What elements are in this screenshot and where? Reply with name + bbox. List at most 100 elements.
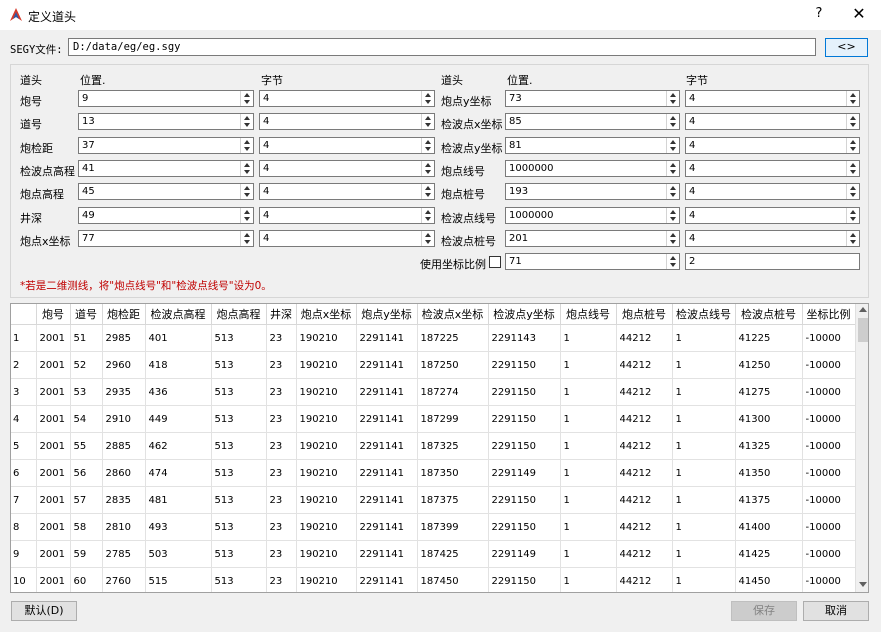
table-cell[interactable]: 56 (70, 459, 103, 487)
table-cell[interactable]: 23 (266, 432, 297, 460)
table-cell[interactable]: 2291150 (488, 378, 561, 406)
table-cell[interactable]: 2860 (102, 459, 146, 487)
table-cell[interactable]: 1 (672, 378, 736, 406)
table-cell[interactable]: 513 (211, 432, 267, 460)
table-row[interactable]: 3 2001 53 2935 436 513 23 190210 2291141 187274 22… (11, 378, 856, 406)
column-header[interactable]: 炮检距 (102, 304, 146, 325)
browse-button[interactable]: <> (825, 38, 868, 57)
table-row[interactable]: 9 2001 59 2785 503 513 23 190210 2291141 187425 22… (11, 540, 856, 568)
table-cell[interactable]: 187399 (417, 513, 489, 541)
bytes-spinbox[interactable]: 4 (685, 90, 860, 107)
table-cell[interactable]: -10000 (802, 513, 856, 541)
table-row[interactable]: 4 2001 54 2910 449 513 23 190210 2291141 187299 22… (11, 405, 856, 433)
column-header[interactable]: 炮点线号 (560, 304, 617, 325)
spin-arrows-icon[interactable] (666, 114, 679, 129)
position-spinbox[interactable]: 81 (505, 137, 680, 154)
table-cell[interactable]: 187375 (417, 486, 489, 514)
column-header[interactable]: 检波点高程 (145, 304, 212, 325)
table-cell[interactable]: 2291141 (356, 351, 418, 379)
table-cell[interactable]: 54 (70, 405, 103, 433)
table-cell[interactable]: 2935 (102, 378, 146, 406)
table-cell[interactable]: 418 (145, 351, 212, 379)
position-spinbox[interactable]: 201 (505, 230, 680, 247)
table-cell[interactable]: 44212 (616, 432, 673, 460)
spin-arrows-icon[interactable] (666, 91, 679, 106)
table-cell[interactable]: 1 (560, 405, 617, 433)
table-cell[interactable]: 190210 (296, 405, 357, 433)
spin-arrows-icon[interactable] (421, 114, 434, 129)
table-row[interactable]: 6 2001 56 2860 474 513 23 190210 2291141 187350 22… (11, 459, 856, 487)
table-cell[interactable]: 41275 (735, 378, 803, 406)
table-cell[interactable]: 41350 (735, 459, 803, 487)
table-cell[interactable]: 2001 (36, 486, 71, 514)
table-row[interactable]: 10 2001 60 2760 515 513 23 190210 2291141 187450 2… (11, 567, 856, 592)
table-cell[interactable]: 513 (211, 513, 267, 541)
table-cell[interactable]: 449 (145, 405, 212, 433)
spin-arrows-icon[interactable] (846, 91, 859, 106)
table-cell[interactable]: 1 (672, 324, 736, 352)
table-cell[interactable]: 187325 (417, 432, 489, 460)
table-cell[interactable]: 44212 (616, 567, 673, 592)
table-cell[interactable]: 513 (211, 405, 267, 433)
row-number[interactable]: 2 (11, 351, 37, 379)
table-cell[interactable]: 513 (211, 459, 267, 487)
table-cell[interactable]: 23 (266, 567, 297, 592)
table-cell[interactable]: 190210 (296, 540, 357, 568)
position-spinbox[interactable]: 49 (78, 207, 254, 224)
bytes-spinbox[interactable]: 4 (259, 207, 435, 224)
table-cell[interactable]: 2001 (36, 459, 71, 487)
table-cell[interactable]: 57 (70, 486, 103, 514)
table-cell[interactable]: 187274 (417, 378, 489, 406)
table-cell[interactable]: 2835 (102, 486, 146, 514)
table-cell[interactable]: 2291141 (356, 540, 418, 568)
table-cell[interactable]: 190210 (296, 378, 357, 406)
column-header[interactable]: 道号 (70, 304, 103, 325)
table-cell[interactable]: 23 (266, 378, 297, 406)
table-cell[interactable]: 1 (560, 513, 617, 541)
row-number[interactable]: 9 (11, 540, 37, 568)
spin-arrows-icon[interactable] (240, 138, 253, 153)
table-cell[interactable]: 1 (560, 567, 617, 592)
column-header[interactable]: 检波点线号 (672, 304, 736, 325)
table-cell[interactable]: 2760 (102, 567, 146, 592)
table-cell[interactable]: 41375 (735, 486, 803, 514)
table-cell[interactable]: 187425 (417, 540, 489, 568)
table-cell[interactable]: -10000 (802, 540, 856, 568)
bytes-spinbox[interactable]: 4 (259, 137, 435, 154)
row-number[interactable]: 4 (11, 405, 37, 433)
spin-arrows-icon[interactable] (240, 91, 253, 106)
column-header[interactable]: 坐标比例 (802, 304, 856, 325)
position-spinbox[interactable]: 45 (78, 183, 254, 200)
table-cell[interactable]: 1 (560, 324, 617, 352)
table-cell[interactable]: 513 (211, 324, 267, 352)
vertical-scrollbar[interactable] (855, 304, 868, 592)
table-cell[interactable]: 2001 (36, 432, 71, 460)
table-cell[interactable]: 2910 (102, 405, 146, 433)
table-cell[interactable]: 513 (211, 486, 267, 514)
close-icon[interactable]: ✕ (848, 4, 870, 24)
table-cell[interactable]: 41325 (735, 432, 803, 460)
table-cell[interactable]: 44212 (616, 486, 673, 514)
table-cell[interactable]: 190210 (296, 513, 357, 541)
table-cell[interactable]: 190210 (296, 351, 357, 379)
table-cell[interactable]: -10000 (802, 405, 856, 433)
position-spinbox[interactable]: 9 (78, 90, 254, 107)
table-cell[interactable]: 1 (560, 351, 617, 379)
table-cell[interactable]: -10000 (802, 324, 856, 352)
table-cell[interactable]: 190210 (296, 486, 357, 514)
column-header[interactable]: 炮点高程 (211, 304, 267, 325)
scroll-down-icon[interactable] (859, 582, 867, 587)
table-cell[interactable]: 1 (560, 486, 617, 514)
table-cell[interactable]: 2291150 (488, 513, 561, 541)
column-header[interactable]: 炮号 (36, 304, 71, 325)
bytes-spinbox[interactable]: 4 (685, 137, 860, 154)
table-cell[interactable]: 41425 (735, 540, 803, 568)
table-row[interactable]: 8 2001 58 2810 493 513 23 190210 2291141 187399 22… (11, 513, 856, 541)
table-cell[interactable]: 41450 (735, 567, 803, 592)
table-cell[interactable]: 1 (672, 486, 736, 514)
spin-arrows-icon[interactable] (666, 138, 679, 153)
scroll-up-icon[interactable] (859, 307, 867, 312)
table-cell[interactable]: 44212 (616, 405, 673, 433)
table-cell[interactable]: 23 (266, 405, 297, 433)
table-cell[interactable]: 462 (145, 432, 212, 460)
